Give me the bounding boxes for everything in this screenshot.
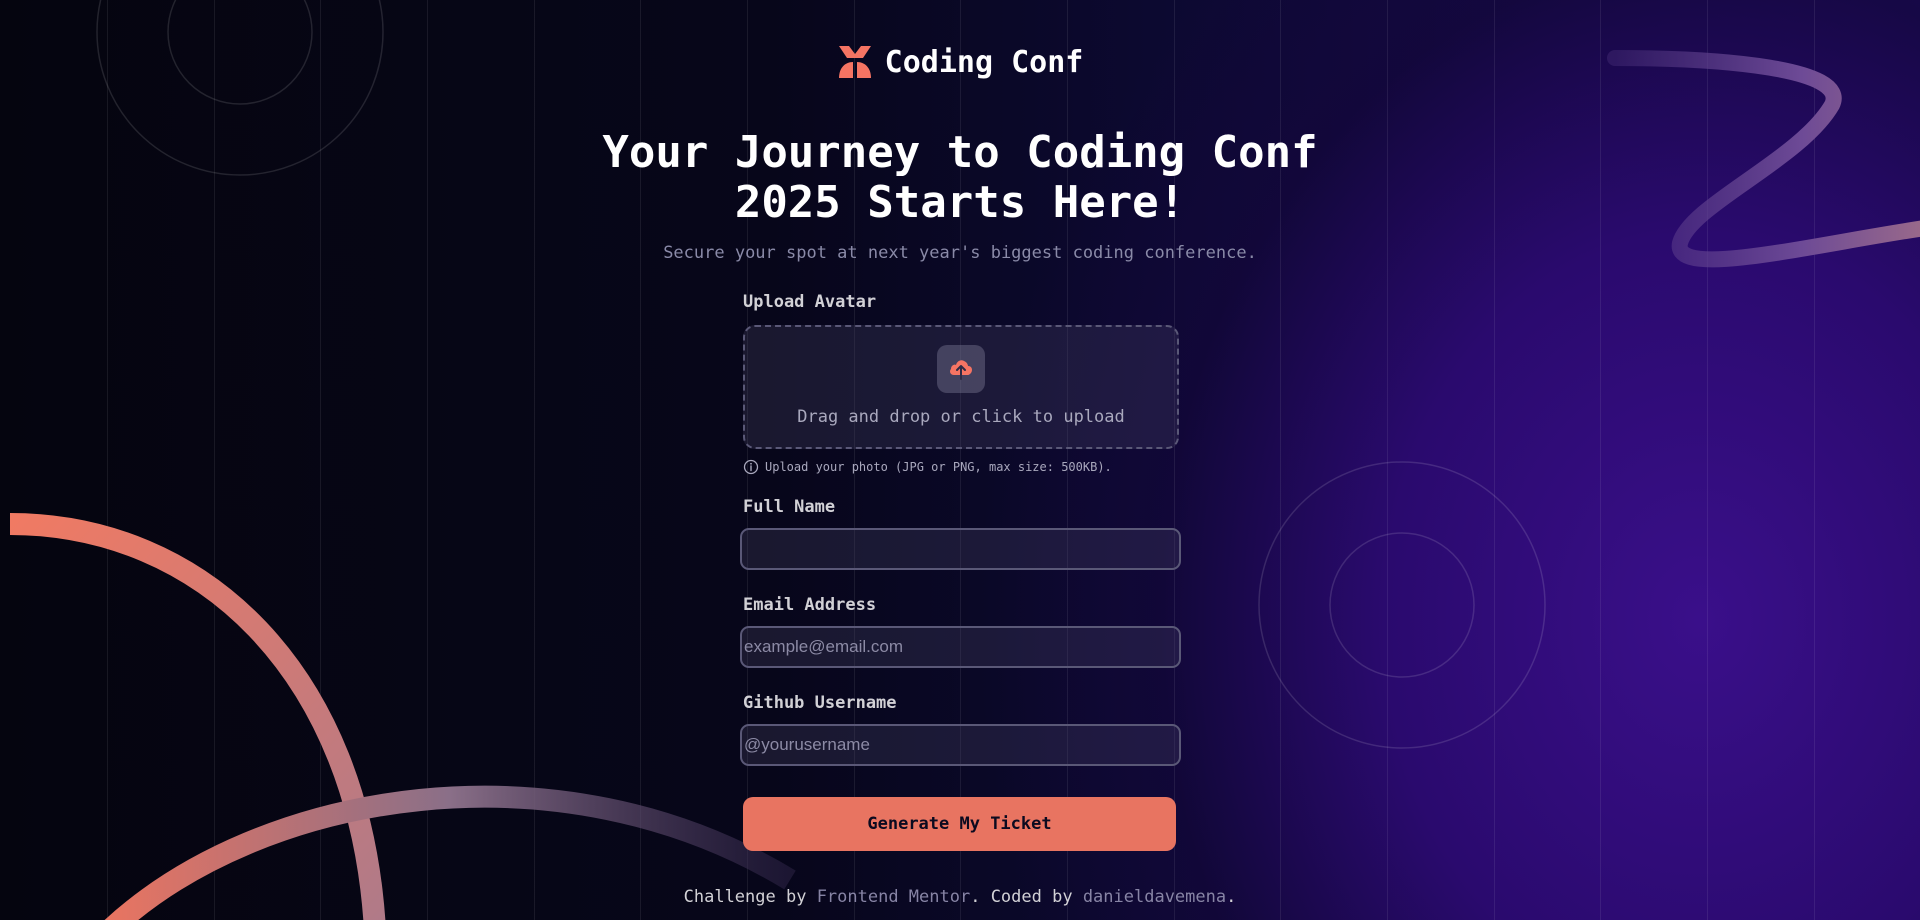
author-link[interactable]: danieldavemena [1083, 887, 1226, 907]
frontend-mentor-link[interactable]: Frontend Mentor [817, 887, 971, 907]
github-input[interactable] [740, 724, 1181, 766]
footer-middle: . Coded by [970, 887, 1083, 907]
page-title: Your Journey to Coding Conf 2025 Starts … [560, 128, 1360, 228]
avatar-hint-text: Upload your photo (JPG or PNG, max size:… [765, 460, 1112, 474]
full-name-input[interactable] [740, 528, 1181, 570]
title-line-2: 2025 Starts Here! [734, 177, 1186, 228]
github-label: Github Username [743, 693, 897, 713]
avatar-hint: Upload your photo (JPG or PNG, max size:… [743, 459, 1179, 475]
logo-icon [838, 46, 871, 78]
email-label: Email Address [743, 595, 877, 615]
logo-text: Coding Conf [884, 44, 1084, 80]
page-subtitle: Secure your spot at next year's biggest … [663, 243, 1257, 263]
footer-suffix: . [1226, 887, 1237, 907]
dropzone-text: Drag and drop or click to upload [797, 407, 1125, 427]
title-line-1: Your Journey to Coding Conf [602, 127, 1318, 178]
upload-cloud-icon [950, 360, 972, 380]
footer-attribution: Challenge by Frontend Mentor. Coded by d… [0, 887, 1920, 907]
header: Coding Conf [0, 44, 1920, 80]
full-name-label: Full Name [743, 497, 836, 517]
decorative-circle-inner-right [1329, 532, 1475, 678]
decorative-circle-outer-right [1258, 461, 1546, 749]
footer-prefix: Challenge by [683, 887, 817, 907]
avatar-label: Upload Avatar [743, 292, 877, 312]
upload-icon-box [937, 345, 985, 393]
generate-ticket-button[interactable]: Generate My Ticket [743, 797, 1176, 851]
avatar-dropzone[interactable]: Drag and drop or click to upload [743, 325, 1179, 449]
ticket-form: Upload Avatar Drag and drop or click to … [740, 292, 1181, 851]
decorative-circle-outer [96, 0, 384, 176]
info-icon [743, 459, 759, 475]
decorative-squiggle [1607, 50, 1920, 268]
decorative-arc-left [9, 513, 386, 920]
email-input[interactable] [740, 626, 1181, 668]
